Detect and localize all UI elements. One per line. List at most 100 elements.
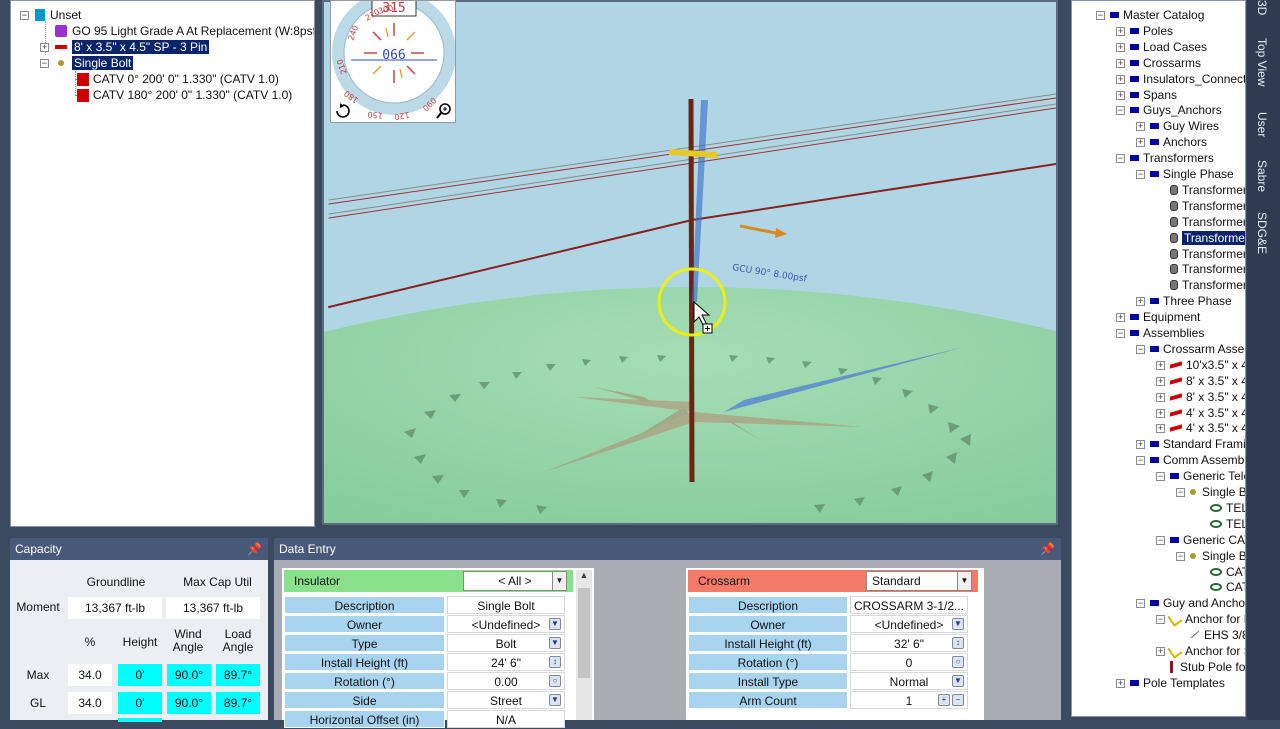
catalog-item[interactable]: Single Bolt bbox=[1190, 548, 1245, 564]
collapse-toggle[interactable]: − bbox=[1136, 170, 1145, 179]
expand-toggle[interactable]: + bbox=[1116, 313, 1125, 323]
tree-item-unset[interactable]: Unset bbox=[35, 7, 81, 23]
dropdown-icon[interactable]: ▼ bbox=[549, 694, 561, 706]
catalog-item[interactable]: Single Phase bbox=[1150, 166, 1234, 182]
catalog-item[interactable]: Anchor for Sidewalk bbox=[1167, 643, 1245, 659]
dropdown-icon[interactable]: ▼ bbox=[952, 618, 964, 630]
catalog-item[interactable]: Spans bbox=[1130, 87, 1177, 103]
rotation-icon[interactable]: ○ bbox=[549, 675, 561, 687]
collapse-toggle[interactable]: − bbox=[1096, 11, 1105, 20]
catalog-item[interactable]: Assemblies bbox=[1130, 325, 1204, 341]
tab-top-view[interactable]: Top View bbox=[1255, 38, 1269, 86]
dropdown-icon[interactable]: ▼ bbox=[549, 637, 561, 649]
collapse-toggle[interactable]: − bbox=[1136, 599, 1145, 609]
catalog-item[interactable]: 10'x3.5" x 4.5" bbox=[1170, 357, 1245, 373]
collapse-toggle[interactable]: − bbox=[1176, 551, 1185, 561]
property-value[interactable]: Street ▼ bbox=[447, 691, 565, 709]
scroll-up-icon[interactable]: ▲ bbox=[576, 570, 592, 580]
catalog-item[interactable]: Anchor for Down Guy bbox=[1167, 611, 1245, 627]
spinner-icon[interactable]: ↕ bbox=[549, 656, 561, 668]
tab-user[interactable]: User bbox=[1255, 112, 1269, 137]
expand-toggle[interactable]: + bbox=[1116, 90, 1125, 100]
pin-icon[interactable]: 📌 bbox=[1040, 538, 1055, 560]
expand-toggle[interactable]: + bbox=[1156, 360, 1165, 370]
catalog-item[interactable]: Transformer 1Ø bbox=[1170, 261, 1245, 277]
expand-toggle[interactable]: + bbox=[1156, 424, 1165, 434]
insulator-filter-dropdown[interactable]: < All > ▼ bbox=[463, 571, 567, 591]
collapse-toggle[interactable]: − bbox=[20, 11, 29, 20]
property-value[interactable]: CROSSARM 3-1/2... bbox=[850, 596, 968, 614]
catalog-item[interactable]: Transformer 1Ø bbox=[1170, 214, 1245, 230]
catalog-item[interactable]: Crossarms bbox=[1130, 55, 1201, 71]
catalog-item[interactable]: Transformer 1Ø bbox=[1170, 246, 1245, 262]
tree-item-crossarm[interactable]: 8' x 3.5" x 4.5" SP - 3 Pin bbox=[55, 39, 210, 55]
catalog-item[interactable]: Stub Pole for Sidewalk bbox=[1170, 659, 1245, 675]
spinner-icon[interactable]: ↕ bbox=[952, 637, 964, 649]
catalog-item[interactable]: EHS 3/8 bbox=[1190, 627, 1245, 643]
catalog-item[interactable]: Guy Wires bbox=[1150, 118, 1219, 134]
collapse-toggle[interactable]: − bbox=[1136, 456, 1145, 466]
catalog-item[interactable]: Load Cases bbox=[1130, 39, 1207, 55]
property-value[interactable]: N/A bbox=[447, 710, 565, 728]
catalog-item[interactable]: Generic CATV bbox=[1170, 532, 1245, 548]
property-value[interactable]: 0.00 ○ bbox=[447, 672, 565, 690]
minus-icon[interactable]: − bbox=[952, 694, 964, 706]
rotation-icon[interactable]: ○ bbox=[952, 656, 964, 668]
catalog-item[interactable]: Guys_Anchors bbox=[1130, 102, 1222, 118]
chevron-down-icon[interactable]: ▼ bbox=[957, 572, 971, 590]
expand-toggle[interactable]: + bbox=[1116, 58, 1125, 68]
catalog-item[interactable]: TELE bbox=[1210, 500, 1245, 516]
catalog-item[interactable]: Poles bbox=[1130, 23, 1173, 39]
expand-toggle[interactable]: + bbox=[1116, 678, 1125, 688]
catalog-item[interactable]: Transformer 1Ø bbox=[1170, 198, 1245, 214]
property-value[interactable]: <Undefined> ▼ bbox=[850, 615, 968, 633]
catalog-item[interactable]: Pole Templates bbox=[1130, 675, 1225, 691]
catalog-item[interactable]: 4' x 3.5" x 4.5" bbox=[1170, 405, 1245, 421]
collapse-toggle[interactable]: − bbox=[1116, 106, 1125, 116]
catalog-item[interactable]: Insulators_Connectors bbox=[1130, 71, 1245, 87]
tree-item-span[interactable]: CATV 0° 200' 0" 1.330" (CATV 1.0) bbox=[77, 71, 279, 87]
crossarm-filter-dropdown[interactable]: Standard ▼ bbox=[866, 571, 972, 591]
expand-toggle[interactable]: + bbox=[1156, 408, 1165, 418]
tab-sdge[interactable]: SDG&E bbox=[1255, 212, 1269, 254]
expand-toggle[interactable]: + bbox=[1116, 26, 1125, 36]
expand-toggle[interactable]: + bbox=[1156, 392, 1165, 402]
scroll-thumb[interactable] bbox=[578, 588, 590, 678]
rotate-icon[interactable] bbox=[336, 104, 350, 118]
plus-icon[interactable]: + bbox=[938, 694, 950, 706]
catalog-item[interactable]: Anchors bbox=[1150, 134, 1207, 150]
catalog-item[interactable]: Standard Framing bbox=[1150, 436, 1245, 452]
catalog-item[interactable]: Generic Telco bbox=[1170, 468, 1245, 484]
tree-item-insulator[interactable]: Single Bolt bbox=[55, 55, 134, 71]
collapse-toggle[interactable]: − bbox=[1116, 154, 1125, 164]
catalog-item[interactable]: Transformer 1Ø bbox=[1170, 277, 1245, 293]
catalog-item[interactable]: Comm Assemblies bbox=[1150, 452, 1245, 468]
catalog-item[interactable]: TELE bbox=[1210, 516, 1245, 532]
collapse-toggle[interactable]: − bbox=[1156, 472, 1165, 482]
view-compass[interactable]: 066 315 270 300 240 210 180 150 120 090 bbox=[330, 0, 456, 123]
expand-toggle[interactable]: + bbox=[1156, 647, 1165, 656]
collapse-toggle[interactable]: − bbox=[1136, 344, 1145, 354]
expand-toggle[interactable]: + bbox=[1136, 297, 1145, 307]
dropdown-icon[interactable]: ▼ bbox=[549, 618, 561, 630]
dropdown-icon[interactable]: ▼ bbox=[952, 675, 964, 687]
catalog-item[interactable]: CATV bbox=[1210, 564, 1245, 580]
expand-toggle[interactable]: + bbox=[1136, 440, 1145, 450]
collapse-toggle[interactable]: − bbox=[1176, 488, 1185, 497]
collapse-toggle[interactable]: − bbox=[1156, 535, 1165, 545]
catalog-item[interactable]: Equipment bbox=[1130, 309, 1200, 325]
expand-toggle[interactable]: + bbox=[1116, 74, 1125, 84]
catalog-item[interactable]: CATV bbox=[1210, 579, 1245, 595]
tree-item-load-case[interactable]: GO 95 Light Grade A At Replacement (W:8p… bbox=[55, 23, 314, 39]
insulator-scrollbar[interactable]: ▲ bbox=[576, 570, 592, 720]
catalog-item[interactable]: Single Bolt bbox=[1190, 484, 1245, 500]
property-value[interactable]: 1 + − bbox=[850, 691, 968, 709]
property-value[interactable]: 24' 6" ↕ bbox=[447, 653, 565, 671]
collapse-toggle[interactable]: − bbox=[1156, 615, 1165, 625]
collapse-toggle[interactable]: − bbox=[1116, 329, 1125, 338]
expand-toggle[interactable]: + bbox=[1136, 122, 1145, 132]
property-value[interactable]: 32' 6" ↕ bbox=[850, 634, 968, 652]
collapse-toggle[interactable]: − bbox=[40, 59, 49, 68]
catalog-item[interactable]: Transformers bbox=[1130, 150, 1214, 166]
expand-toggle[interactable]: + bbox=[1156, 376, 1165, 386]
